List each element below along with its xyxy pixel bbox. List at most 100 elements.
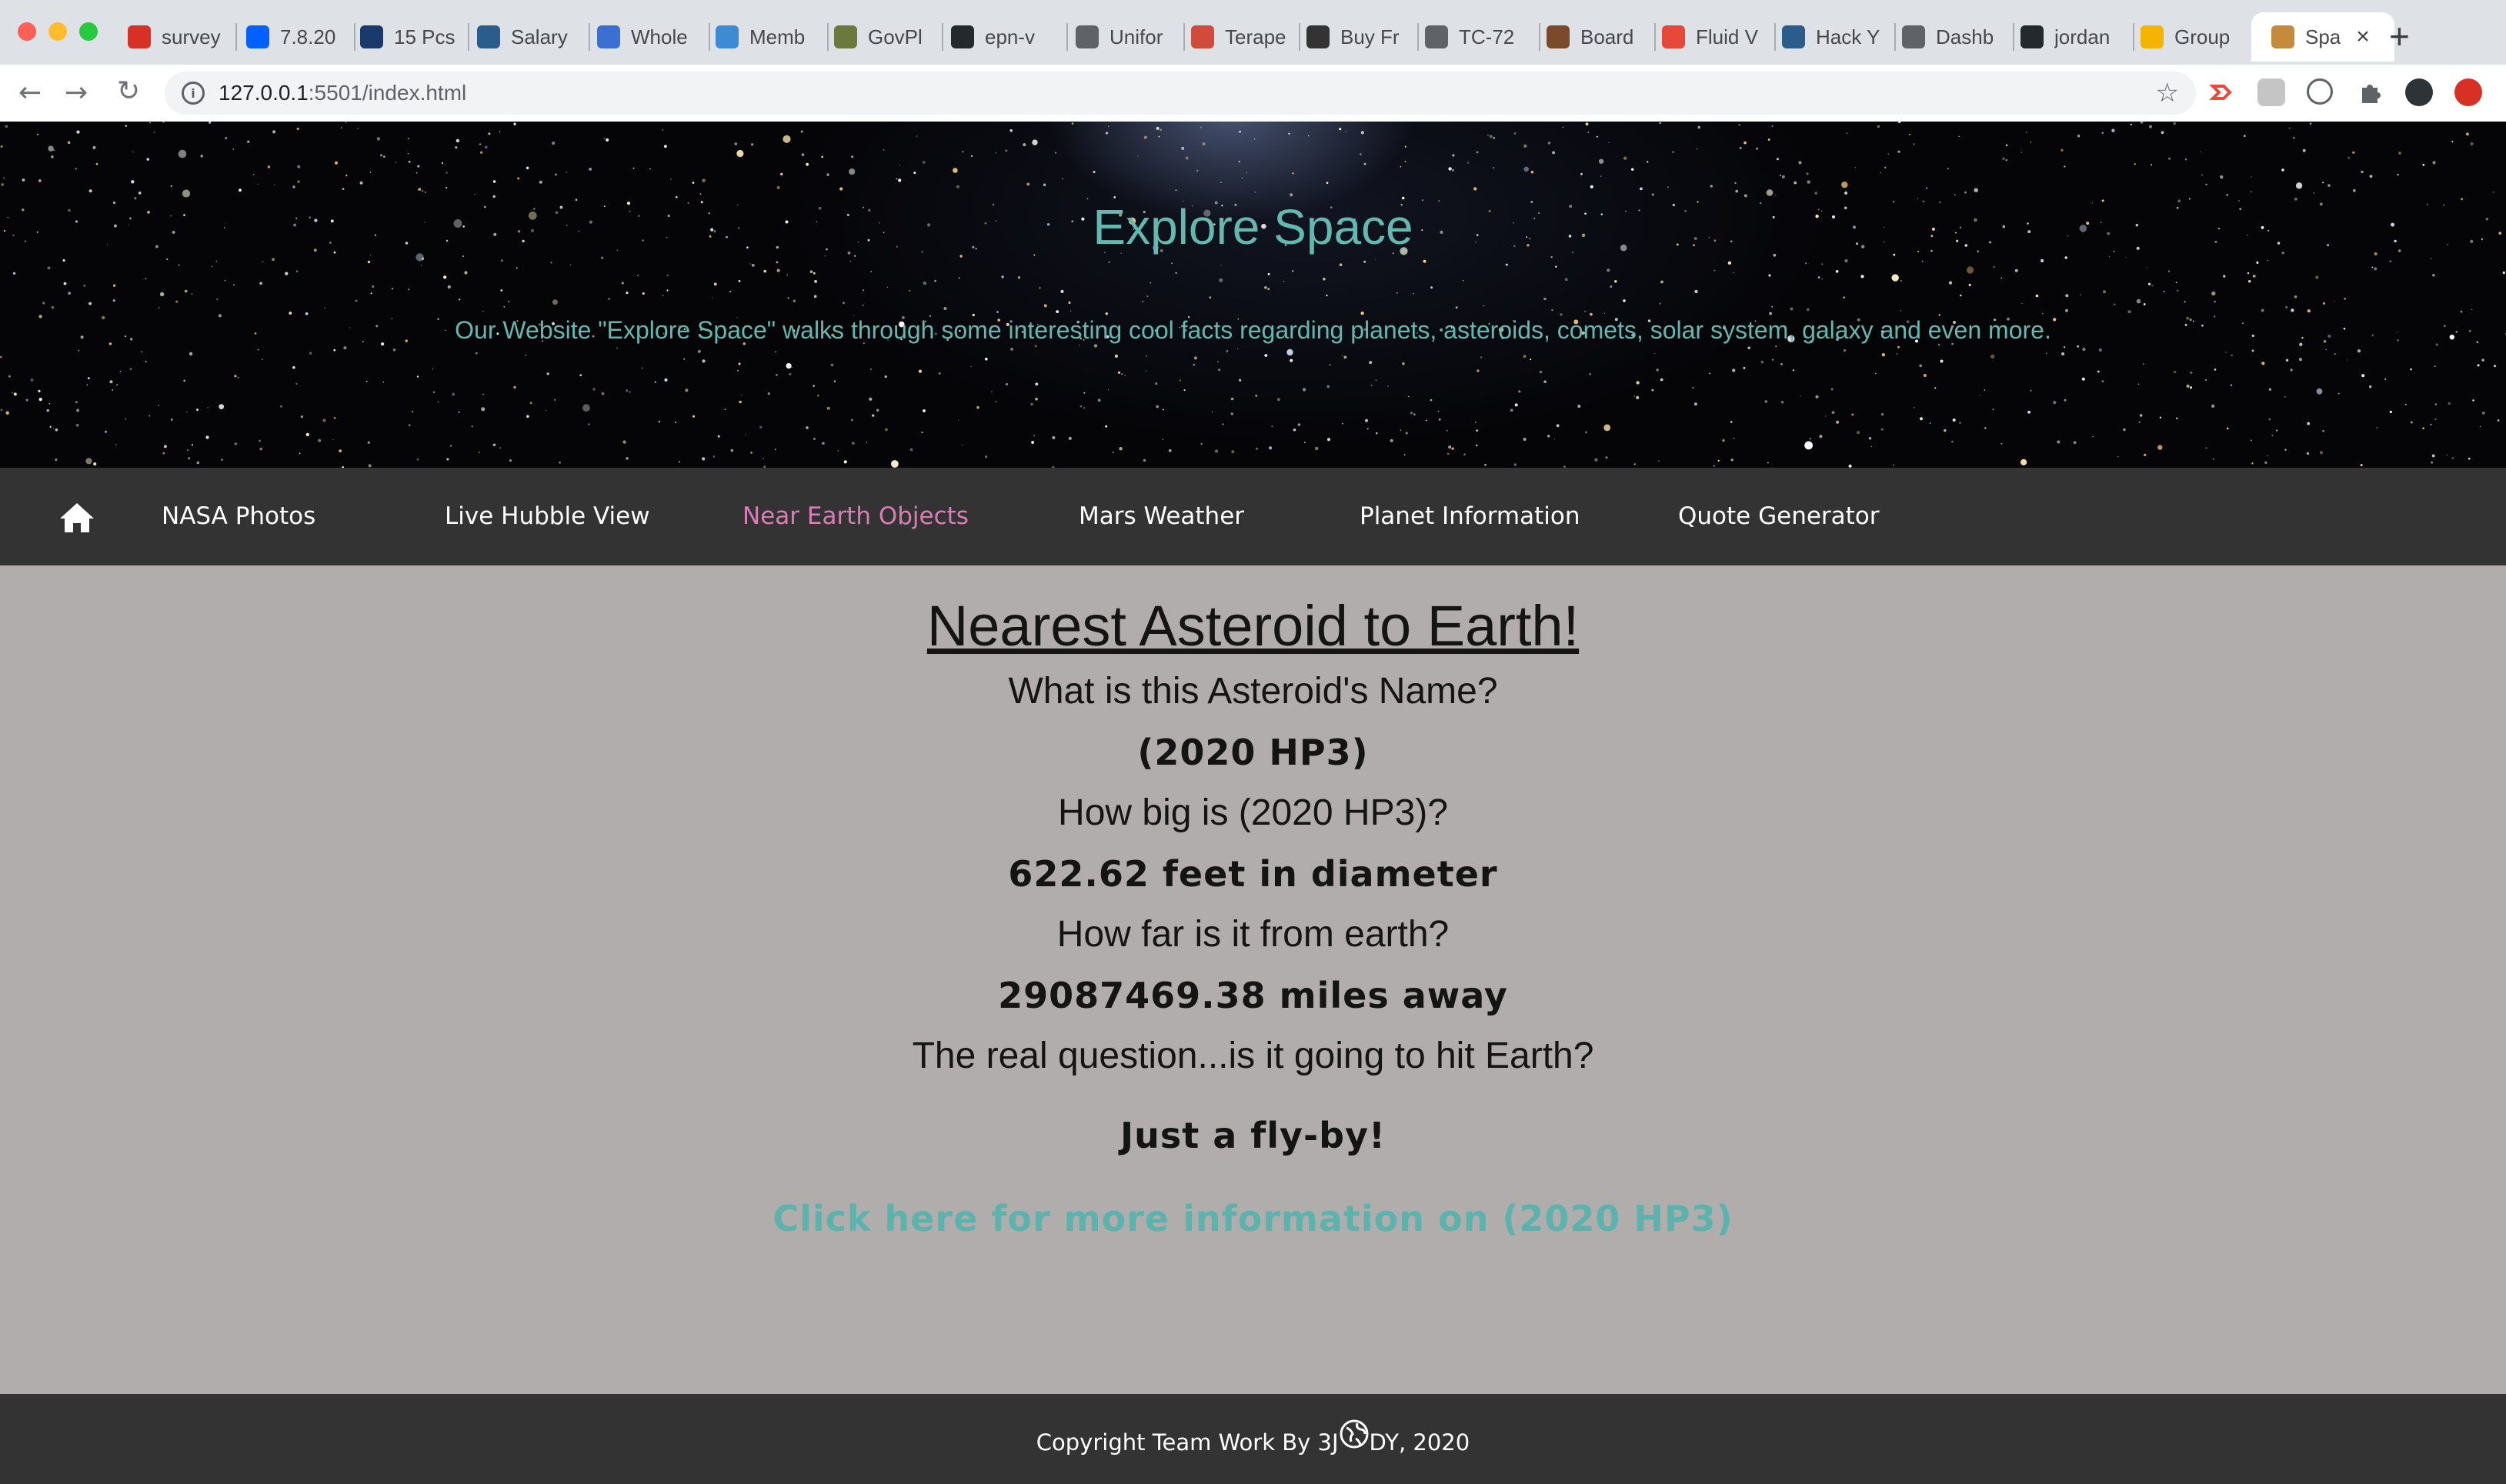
browser-tab[interactable]: Unifor (1076, 12, 1176, 62)
answer-name: (2020 HP3) (1137, 732, 1369, 773)
cs-icon (477, 25, 500, 48)
forward-icon[interactable]: → (65, 77, 88, 108)
nav-link-near-earth-objects[interactable]: Near Earth Objects (742, 468, 969, 565)
back-icon[interactable]: ← (18, 77, 42, 108)
dropbox-icon (246, 25, 269, 48)
page-viewport: Explore Space Our Website "Explore Space… (0, 122, 2506, 1484)
browser-tab[interactable]: GovPl (834, 12, 934, 62)
tab-label: Fluid V (1696, 25, 1758, 48)
nav-link-planet-information[interactable]: Planet Information (1360, 468, 1580, 565)
slides-icon (2141, 25, 2164, 48)
browser-tab[interactable]: Fluid V (1662, 12, 1767, 62)
extensions-puzzle-icon[interactable] (2356, 78, 2384, 106)
browser-tab[interactable]: Memb (716, 12, 819, 62)
browser-tab[interactable]: Salary (477, 12, 581, 62)
browser-toolbar: ← → ↻ i 127.0.0.1:5501/index.html ☆ (0, 65, 2506, 123)
browser-tab[interactable]: Spa × (2251, 12, 2394, 62)
home-icon[interactable] (58, 502, 95, 534)
answer-hazard: Just a fly-by! (1120, 1115, 1386, 1156)
extension-cast-icon[interactable] (2208, 78, 2236, 106)
hero-banner: Explore Space Our Website "Explore Space… (0, 122, 2506, 468)
tab-label: Dashb (1936, 25, 1994, 48)
answer-size: 622.62 feet in diameter (1008, 853, 1498, 895)
bag-icon (1191, 25, 1214, 48)
nav-link-quote-generator[interactable]: Quote Generator (1678, 468, 1880, 565)
tab-separator (1066, 23, 1068, 51)
main-nav: NASA Photos Live Hubble View Near Earth … (0, 468, 2506, 565)
tab-separator (589, 23, 590, 51)
browser-tab[interactable]: 15 Pcs (360, 12, 460, 62)
tab-separator (468, 23, 469, 51)
url-text: 127.0.0.1:5501/index.html (219, 81, 467, 105)
update-alert-icon[interactable] (2454, 78, 2482, 106)
github-icon (951, 25, 974, 48)
flower-icon (1662, 25, 1685, 48)
tab-label: Memb (749, 25, 806, 48)
browser-tab-bar: survey 7.8.20 15 Pcs Salary Whole Memb GovPl ep… (0, 0, 2506, 65)
browser-tab[interactable]: Hack Y (1782, 12, 1887, 62)
nav-link-live-hubble-view[interactable]: Live Hubble View (445, 468, 650, 565)
address-bar[interactable]: i 127.0.0.1:5501/index.html ☆ (165, 72, 2196, 115)
binoculars-icon (1306, 25, 1330, 48)
window-zoom-button[interactable] (79, 22, 98, 41)
target-icon (597, 25, 620, 48)
browser-tab[interactable]: Group (2141, 12, 2245, 62)
browser-tab[interactable]: Board (1547, 12, 1647, 62)
more-info-row: Click here for more information on (2020… (0, 1198, 2506, 1239)
browser-tab[interactable]: TC-72 (1425, 12, 1531, 62)
question-name: What is this Asteroid's Name? (1008, 671, 1498, 712)
browser-tab[interactable]: Terape (1191, 12, 1291, 62)
board-icon (1547, 25, 1570, 48)
browser-tab[interactable]: 7.8.20 (246, 12, 346, 62)
globe-icon (1076, 25, 1099, 48)
tab-label: Hack Y (1816, 25, 1880, 48)
d-icon (360, 25, 383, 48)
gmail-icon (128, 25, 151, 48)
more-info-link[interactable]: Click here for more information on (2020… (772, 1198, 1733, 1239)
tab-separator (1417, 23, 1419, 51)
browser-tab[interactable]: Whole (597, 12, 701, 62)
site-subtitle: Our Website "Explore Space" walks throug… (455, 316, 2051, 344)
tab-separator (1774, 23, 1776, 51)
reload-icon[interactable]: ↻ (117, 75, 140, 107)
info-icon[interactable]: i (182, 82, 205, 105)
tab-separator (354, 23, 355, 51)
tab-separator (1894, 23, 1896, 51)
gp-icon (834, 25, 857, 48)
profile-avatar[interactable] (2405, 78, 2433, 106)
extension-circle-icon[interactable] (2307, 78, 2333, 105)
nav-link-nasa-photos[interactable]: NASA Photos (162, 468, 315, 565)
tab-label: Salary (511, 25, 568, 48)
extension-gray-icon[interactable] (2257, 78, 2285, 106)
browser-tab[interactable]: epn-v (951, 12, 1059, 62)
tab-separator (2133, 23, 2134, 51)
footer: Copyright Team Work By 3J DY, 2020 (0, 1394, 2506, 1484)
tab-label: TC-72 (1459, 25, 1515, 48)
tab-separator (827, 23, 829, 51)
question-hazard: The real question...is it going to hit E… (912, 1035, 1594, 1076)
question-distance: How far is it from earth? (1056, 914, 1450, 955)
site-title: Explore Space (1093, 199, 1413, 255)
tab-label: epn-v (985, 25, 1036, 48)
tab-separator (942, 23, 943, 51)
tab-separator (1183, 23, 1185, 51)
window-minimize-button[interactable] (48, 22, 67, 41)
question-size: How big is (2020 HP3)? (1058, 792, 1448, 833)
browser-tab[interactable]: Buy Fr (1306, 12, 1410, 62)
close-tab-icon[interactable]: × (2356, 24, 2370, 50)
tab-label: Terape (1225, 25, 1286, 48)
new-tab-button[interactable]: + (2389, 15, 2410, 57)
tab-label: Whole (631, 25, 688, 48)
starfield-background (0, 122, 2506, 468)
browser-tab[interactable]: survey (128, 12, 228, 62)
browser-tab[interactable]: Dashb (1902, 12, 2005, 62)
doc-icon (716, 25, 739, 48)
asteroid-content: Nearest Asteroid to Earth! What is this … (0, 565, 2506, 1394)
tab-separator (709, 23, 710, 51)
globe-icon (1340, 1419, 1368, 1449)
browser-tab[interactable]: jordan (2020, 12, 2125, 62)
window-close-button[interactable] (18, 22, 36, 41)
globe-icon (1425, 25, 1448, 48)
bookmark-star-icon[interactable]: ☆ (2156, 78, 2179, 108)
nav-link-mars-weather[interactable]: Mars Weather (1079, 468, 1244, 565)
